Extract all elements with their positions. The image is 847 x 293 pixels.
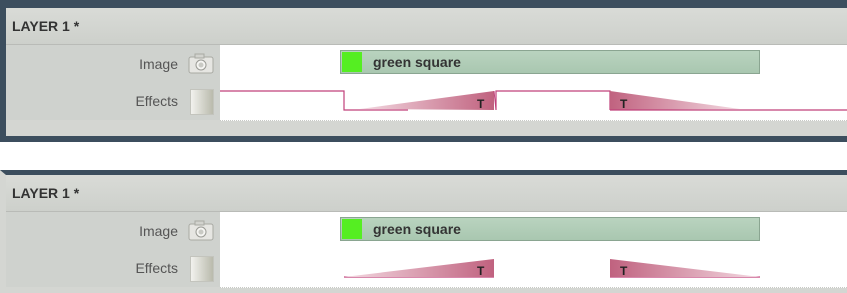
effects-row-label: Effects	[135, 93, 178, 109]
image-track-row: Image green square	[6, 45, 847, 83]
image-clip[interactable]: green square	[340, 217, 760, 241]
fade-in-transition[interactable]	[344, 259, 494, 277]
effects-row-label: Effects	[135, 260, 178, 276]
effects-track-row: Effects T T	[6, 82, 847, 121]
effects-track[interactable]: T T	[220, 82, 847, 121]
camera-icon[interactable]	[188, 219, 214, 241]
layer-panel: LAYER 1 * Image green square Effects T T	[0, 0, 847, 142]
fade-in-transition[interactable]	[360, 91, 494, 110]
fade-out-transition[interactable]	[610, 91, 740, 110]
camera-icon[interactable]	[188, 52, 214, 74]
effects-track[interactable]: T T	[220, 249, 847, 288]
effects-curve: T T	[344, 259, 760, 278]
effects-row-header: Effects	[6, 249, 221, 287]
transition-marker-2[interactable]: T	[620, 97, 628, 111]
image-row-header: Image	[6, 45, 221, 82]
image-row-label: Image	[139, 55, 178, 72]
clip-color-swatch	[342, 219, 362, 239]
clip-label: green square	[373, 221, 461, 237]
clip-color-swatch	[342, 52, 362, 72]
effects-track-row: Effects T T	[6, 249, 847, 288]
image-clip[interactable]: green square	[340, 50, 760, 74]
image-track[interactable]: green square	[220, 212, 847, 250]
effects-gradient-icon[interactable]	[190, 89, 214, 115]
image-track[interactable]: green square	[220, 45, 847, 83]
image-row-header: Image	[6, 212, 221, 249]
transition-marker-2[interactable]: T	[620, 264, 628, 278]
layer-title[interactable]: LAYER 1 *	[6, 175, 847, 212]
transition-marker-1[interactable]: T	[477, 97, 485, 111]
layer-title[interactable]: LAYER 1 *	[6, 8, 847, 45]
effects-curve: T T	[220, 90, 847, 111]
effects-row-header: Effects	[6, 82, 221, 120]
image-row-label: Image	[139, 222, 178, 239]
clip-label: green square	[373, 54, 461, 70]
transition-marker-1[interactable]: T	[477, 264, 485, 278]
image-track-row: Image green square	[6, 212, 847, 250]
effects-gradient-icon[interactable]	[190, 256, 214, 282]
layer-panel: LAYER 1 * Image green square Effects T T	[0, 170, 847, 293]
fade-out-transition[interactable]	[610, 259, 760, 277]
